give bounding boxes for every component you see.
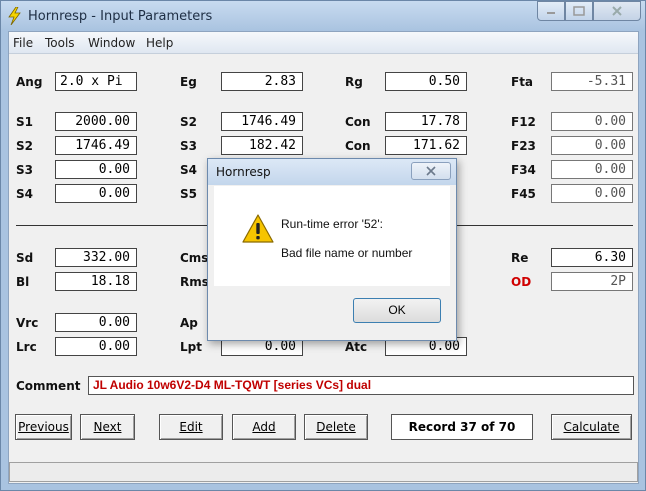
record-indicator: Record 37 of 70 [391, 414, 533, 440]
label-re: Re [511, 251, 529, 265]
label-comment: Comment [16, 379, 81, 393]
field-con-2[interactable]: 171.62 [385, 136, 467, 155]
field-s2-right[interactable]: 1746.49 [221, 112, 303, 131]
label-f23: F23 [511, 139, 536, 153]
label-con-2: Con [345, 139, 371, 153]
field-eg[interactable]: 2.83 [221, 72, 303, 91]
dialog-message: Run-time error '52': [281, 217, 383, 231]
label-s2: S2 [180, 115, 197, 129]
lightning-bolt-icon [8, 7, 21, 25]
field-lrc[interactable]: 0.00 [55, 337, 137, 356]
menu-window[interactable]: Window [88, 36, 135, 50]
field-s3-left[interactable]: 0.00 [55, 160, 137, 179]
edit-button[interactable]: Edit [159, 414, 223, 440]
field-con-1[interactable]: 17.78 [385, 112, 467, 131]
menu-tools[interactable]: Tools [45, 36, 75, 50]
minimize-button[interactable] [537, 1, 565, 21]
close-icon [426, 166, 436, 176]
field-ang[interactable]: 2.0 x Pi [55, 72, 137, 91]
maximize-button[interactable] [565, 1, 593, 21]
label-bl: Bl [16, 275, 30, 289]
label-atc: Atc [345, 340, 368, 354]
label-s3: S3 [180, 139, 197, 153]
label-rg: Rg [345, 75, 363, 89]
minimize-icon [547, 12, 555, 14]
field-od: 2P [551, 272, 633, 291]
maximize-icon [573, 6, 585, 16]
status-bar [9, 462, 638, 482]
field-rg[interactable]: 0.50 [385, 72, 467, 91]
label-eg: Eg [180, 75, 197, 89]
label-f12: F12 [511, 115, 536, 129]
title-bar[interactable]: Hornresp - Input Parameters [1, 1, 645, 31]
label-s2-left: S2 [16, 139, 33, 153]
warning-icon [242, 214, 274, 243]
label-f34: F34 [511, 163, 536, 177]
label-vrc: Vrc [16, 316, 39, 330]
field-f23: 0.00 [551, 136, 633, 155]
label-cms: Cms [180, 251, 209, 265]
label-lpt: Lpt [180, 340, 202, 354]
label-rms: Rms [180, 275, 209, 289]
add-button[interactable]: Add [232, 414, 296, 440]
label-lrc: Lrc [16, 340, 37, 354]
field-bl[interactable]: 18.18 [55, 272, 137, 291]
field-s2-left[interactable]: 1746.49 [55, 136, 137, 155]
dialog-title: Hornresp [216, 165, 271, 179]
label-s4-right: S4 [180, 163, 197, 177]
dialog-detail: Bad file name or number [281, 246, 413, 260]
label-fta: Fta [511, 75, 534, 89]
error-dialog: Hornresp Run-time error '52': Bad file n… [207, 158, 457, 341]
menu-help[interactable]: Help [146, 36, 173, 50]
label-ap: Ap [180, 316, 198, 330]
field-re[interactable]: 6.30 [551, 248, 633, 267]
field-f12: 0.00 [551, 112, 633, 131]
menu-file[interactable]: File [13, 36, 33, 50]
label-sd: Sd [16, 251, 34, 265]
field-s1[interactable]: 2000.00 [55, 112, 137, 131]
field-f45: 0.00 [551, 184, 633, 203]
next-button[interactable]: Next [80, 414, 135, 440]
previous-button[interactable]: Previous [15, 414, 72, 440]
label-od: OD [511, 275, 532, 289]
label-s1: S1 [16, 115, 33, 129]
label-s3-left: S3 [16, 163, 33, 177]
label-f45: F45 [511, 187, 536, 201]
label-con: Con [345, 115, 371, 129]
field-sd[interactable]: 332.00 [55, 248, 137, 267]
label-s4-left: S4 [16, 187, 33, 201]
dialog-title-bar[interactable]: Hornresp [208, 159, 456, 185]
calculate-button[interactable]: Calculate [551, 414, 632, 440]
comment-field[interactable]: JL Audio 10w6V2-D4 ML-TQWT [series VCs] … [88, 376, 634, 395]
field-vrc[interactable]: 0.00 [55, 313, 137, 332]
close-icon [612, 6, 622, 16]
ok-button[interactable]: OK [353, 298, 441, 323]
field-f34: 0.00 [551, 160, 633, 179]
field-fta: -5.31 [551, 72, 633, 91]
delete-button[interactable]: Delete [304, 414, 368, 440]
label-s5: S5 [180, 187, 197, 201]
field-s3-right[interactable]: 182.42 [221, 136, 303, 155]
field-s4-left[interactable]: 0.00 [55, 184, 137, 203]
window-close-button[interactable] [593, 1, 641, 21]
dialog-body: Run-time error '52': Bad file name or nu… [214, 186, 450, 286]
window-title: Hornresp - Input Parameters [28, 9, 213, 24]
label-ang: Ang [16, 75, 43, 89]
dialog-close-button[interactable] [411, 162, 451, 180]
menu-bar: File Tools Window Help [9, 32, 638, 54]
